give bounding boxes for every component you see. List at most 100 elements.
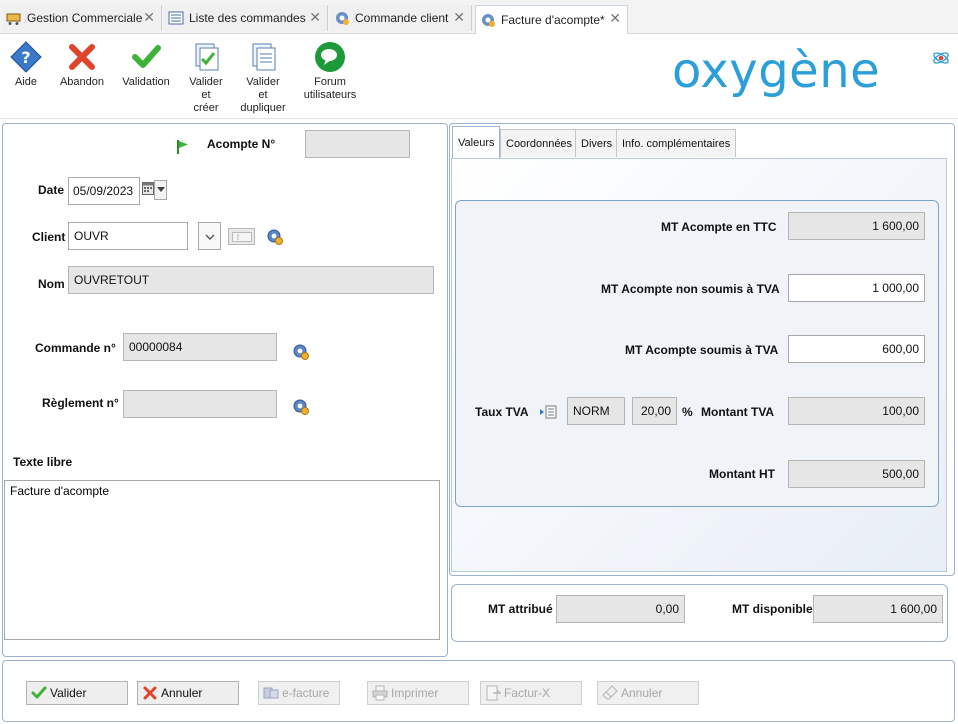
valider-dupliquer-label-2: et xyxy=(258,89,268,101)
document-tabstrip: Gestion Commerciale ✕ Liste des commande… xyxy=(0,0,958,34)
calendar-icon[interactable] xyxy=(142,181,154,195)
mt-attribue-label: MT attribué xyxy=(488,602,553,616)
cross-icon xyxy=(69,44,95,70)
list-icon xyxy=(168,11,184,25)
validation-label: Validation xyxy=(122,76,170,88)
client-dropdown-button[interactable] xyxy=(198,222,221,250)
tab-info-complementaires[interactable]: Info. complémentaires xyxy=(616,129,737,157)
annuler-button[interactable]: Annuler xyxy=(137,681,239,705)
date-label: Date xyxy=(38,183,65,197)
check-icon xyxy=(31,686,47,699)
tab-divers[interactable]: Divers xyxy=(575,129,619,157)
taux-code-field[interactable]: NORM xyxy=(567,397,625,425)
valider-dupliquer-label-1: Valider xyxy=(246,76,280,88)
taux-value-field[interactable]: 20,00 xyxy=(632,397,677,425)
valider-creer-label-2: et xyxy=(201,89,211,101)
client-field[interactable]: OUVR xyxy=(68,222,188,250)
commande-field[interactable]: 00000084 xyxy=(123,333,277,361)
forum-label-2: utilisateurs xyxy=(303,89,357,101)
close-icon[interactable]: ✕ xyxy=(609,11,621,27)
mt-soumis-field[interactable]: 600,00 xyxy=(788,335,925,363)
close-icon[interactable]: ✕ xyxy=(453,10,465,26)
document-check-icon xyxy=(195,43,219,71)
texte-libre-label: Texte libre xyxy=(13,455,73,469)
efacture-label: e-facture xyxy=(282,686,330,700)
tab-label: Gestion Commerciale xyxy=(27,11,143,25)
document-export-icon xyxy=(486,685,501,701)
aide-button[interactable]: ? Aide xyxy=(0,41,55,89)
cross-icon xyxy=(143,686,157,700)
reglement-field[interactable] xyxy=(123,390,277,418)
close-icon[interactable]: ✕ xyxy=(143,10,155,26)
valider-creer-button[interactable]: Valider et créer xyxy=(177,41,235,115)
mt-ttc-label: MT Acompte en TTC xyxy=(661,220,777,234)
help-icon: ? xyxy=(10,41,42,73)
gear-icon[interactable] xyxy=(292,398,310,416)
date-dropdown-button[interactable] xyxy=(154,180,167,200)
aide-label: Aide xyxy=(14,76,38,88)
tab-coordonnees[interactable]: Coordonnées xyxy=(500,129,579,157)
mt-ttc-field[interactable]: 1 600,00 xyxy=(788,212,925,240)
abandon-button[interactable]: Abandon xyxy=(53,41,111,89)
gear-icon xyxy=(482,14,495,27)
forum-button[interactable]: Forum utilisateurs xyxy=(300,41,360,102)
chevron-down-icon xyxy=(205,234,215,240)
mt-non-soumis-field[interactable]: 1 000,00 xyxy=(788,274,925,302)
tab-valeurs[interactable]: Valeurs xyxy=(452,126,501,158)
close-icon[interactable]: ✕ xyxy=(309,10,321,26)
acompte-label: Acompte N° xyxy=(207,137,276,151)
reglement-label: Règlement n° xyxy=(42,396,119,410)
montant-tva-field[interactable]: 100,00 xyxy=(788,397,925,425)
validation-button[interactable]: Validation xyxy=(117,41,175,89)
tab-gestion-commerciale[interactable]: Gestion Commerciale ✕ xyxy=(2,5,162,31)
duplicate-icon xyxy=(252,43,276,71)
mt-attribue-field[interactable]: 0,00 xyxy=(556,595,685,623)
efacture-icon xyxy=(263,687,279,699)
montant-ht-field[interactable]: 500,00 xyxy=(788,460,925,488)
client-card-button[interactable] xyxy=(228,228,255,245)
imprimer-button[interactable]: Imprimer xyxy=(367,681,469,705)
gear-icon[interactable] xyxy=(266,228,284,246)
atom-icon xyxy=(933,52,949,64)
oxygene-logo: oxygène xyxy=(672,43,881,99)
valider-button[interactable]: Valider xyxy=(26,681,128,705)
printer-icon xyxy=(372,685,388,701)
gear-icon xyxy=(336,12,349,25)
montant-ht-label: Montant HT xyxy=(709,467,775,481)
facturx-button[interactable]: Factur-X xyxy=(480,681,582,705)
percent-sign: % xyxy=(682,405,693,419)
tab-commande-client[interactable]: Commande client ✕ xyxy=(330,5,472,31)
facturx-label: Factur-X xyxy=(504,686,551,700)
date-field[interactable]: 05/09/2023 xyxy=(68,177,140,205)
valider-dupliquer-button[interactable]: Valider et dupliquer xyxy=(234,41,292,115)
select-list-icon[interactable] xyxy=(539,405,557,419)
eraser-icon xyxy=(602,685,618,700)
taux-tva-label: Taux TVA xyxy=(475,405,529,419)
tab-liste-commandes[interactable]: Liste des commandes ✕ xyxy=(164,5,328,31)
annuler-facture-button[interactable]: Annuler xyxy=(597,681,699,705)
client-label: Client xyxy=(32,230,66,244)
flag-icon xyxy=(177,140,188,154)
valider-creer-label-1: Valider xyxy=(189,76,223,88)
annuler-facture-label: Annuler xyxy=(621,686,663,700)
check-icon xyxy=(132,45,161,68)
nom-field[interactable]: OUVRETOUT xyxy=(68,266,434,294)
abandon-label: Abandon xyxy=(59,76,105,88)
texte-libre-textarea[interactable]: Facture d'acompte xyxy=(4,480,440,640)
valider-dupliquer-label-3: dupliquer xyxy=(240,102,286,114)
mt-disponible-label: MT disponible xyxy=(732,602,813,616)
chevron-down-icon xyxy=(157,187,165,192)
annuler-label: Annuler xyxy=(161,686,203,700)
imprimer-label: Imprimer xyxy=(391,686,439,700)
nom-label: Nom xyxy=(38,277,65,291)
acompte-number-field[interactable] xyxy=(305,130,410,158)
gear-icon[interactable] xyxy=(292,343,310,361)
forum-icon xyxy=(315,42,345,72)
valider-creer-label-3: créer xyxy=(193,102,219,114)
tab-label: Liste des commandes xyxy=(189,11,306,25)
tab-label: Commande client xyxy=(355,11,449,25)
mt-disponible-field[interactable]: 1 600,00 xyxy=(813,595,943,623)
efacture-button[interactable]: e-facture xyxy=(258,681,340,705)
tab-facture-acompte[interactable]: Facture d'acompte* ✕ xyxy=(475,5,628,34)
mt-soumis-label: MT Acompte soumis à TVA xyxy=(625,343,779,357)
